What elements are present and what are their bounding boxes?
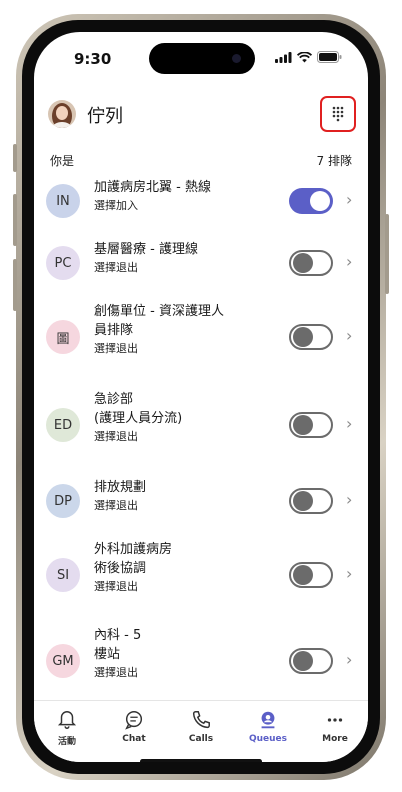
avatar-image <box>48 100 76 128</box>
app-screen: 9:30 佇列 你是 7 排隊 IN 加護病房北翼 - 熱線 選擇加入 › PC… <box>34 32 368 762</box>
queue-status: 選擇退出 <box>94 342 138 355</box>
queue-avatar: 圖 <box>46 320 80 354</box>
toggle-knob <box>293 491 313 511</box>
phone-icon <box>192 711 210 729</box>
chevron-right-icon[interactable]: › <box>346 650 352 669</box>
battery-icon <box>317 51 342 63</box>
status-time: 9:30 <box>74 50 112 68</box>
status-icons <box>275 51 342 63</box>
queue-toggle[interactable] <box>289 324 333 350</box>
action-button <box>13 144 17 172</box>
chevron-right-icon[interactable]: › <box>346 326 352 345</box>
phone-frame: 9:30 佇列 你是 7 排隊 IN 加護病房北翼 - 熱線 選擇加入 › PC… <box>13 14 389 780</box>
queue-status: 選擇退出 <box>94 666 138 679</box>
toggle-knob <box>293 565 313 585</box>
queue-toggle[interactable] <box>289 648 333 674</box>
queue-status: 選擇退出 <box>94 261 138 274</box>
queue-avatar: GM <box>46 644 80 678</box>
toggle-knob <box>293 651 313 671</box>
queue-status: 選擇退出 <box>94 580 138 593</box>
queue-avatar: DP <box>46 484 80 518</box>
toggle-knob <box>293 415 313 435</box>
signal-icon <box>275 51 292 63</box>
tab-label: Calls <box>188 734 214 744</box>
queue-toggle[interactable] <box>289 250 333 276</box>
status-bar: 9:30 <box>34 32 368 82</box>
wifi-icon <box>297 51 312 62</box>
home-indicator <box>140 759 262 762</box>
queue-status: 選擇退出 <box>94 499 138 512</box>
toggle-knob <box>293 327 313 347</box>
queue-name-line: 創傷單位 - 資深護理人 <box>94 304 224 319</box>
queue-status: 選擇退出 <box>94 430 138 443</box>
chevron-right-icon[interactable]: › <box>346 564 352 583</box>
queue-avatar: IN <box>46 184 80 218</box>
queue-avatar: PC <box>46 246 80 280</box>
volume-down-button <box>13 259 17 311</box>
power-button <box>385 214 389 294</box>
queue-toggle[interactable] <box>289 412 333 438</box>
bottom-tab-bar: 活動 Chat Calls Queues More <box>34 700 368 762</box>
queue-count: 7 排隊 <box>316 154 352 168</box>
tab-label: More <box>322 734 348 744</box>
chevron-right-icon[interactable]: › <box>346 190 352 209</box>
bell-icon <box>57 711 77 729</box>
queue-name-line: 術後協調 <box>94 561 147 576</box>
avatar[interactable] <box>48 100 76 128</box>
page-title: 佇列 <box>87 106 123 127</box>
queue-avatar: ED <box>46 408 80 442</box>
chat-icon <box>125 711 143 730</box>
queues-icon <box>261 711 275 729</box>
more-icon <box>327 718 343 722</box>
queue-status: 選擇加入 <box>94 199 138 212</box>
camera-dot <box>232 54 241 63</box>
tab-chat[interactable]: Chat <box>104 709 164 744</box>
dialpad-icon <box>332 106 344 122</box>
queue-name-line: 排放規劃 <box>94 480 147 495</box>
chevron-right-icon[interactable]: › <box>346 490 352 509</box>
tab-queues[interactable]: Queues <box>238 709 298 744</box>
tab-label: Queues <box>248 734 288 744</box>
tab-活動[interactable]: 活動 <box>37 709 97 747</box>
queue-name-line: 員排隊 <box>94 323 134 338</box>
queue-name-line: 加護病房北翼 - 熱線 <box>94 180 211 195</box>
toggle-knob <box>310 191 330 211</box>
queue-toggle[interactable] <box>289 562 333 588</box>
tab-label: Chat <box>122 734 146 744</box>
queue-name-line: 外科加護病房 <box>94 542 173 557</box>
volume-up-button <box>13 194 17 246</box>
queue-name-line: 基層醫療 - 護理線 <box>94 242 198 257</box>
you-are-label: 你是 <box>50 154 75 168</box>
queue-toggle[interactable] <box>289 188 333 214</box>
tab-label: 活動 <box>57 737 76 747</box>
queue-name-line: 急診部 <box>94 392 134 407</box>
queue-name-line: 內科 - 5 <box>94 628 142 643</box>
dynamic-island <box>149 43 255 74</box>
tab-more[interactable]: More <box>305 709 365 744</box>
toggle-knob <box>293 253 313 273</box>
queue-name-line: (護理人員分流) <box>94 411 183 426</box>
chevron-right-icon[interactable]: › <box>346 414 352 433</box>
dialpad-button[interactable] <box>320 96 356 132</box>
tab-calls[interactable]: Calls <box>171 709 231 744</box>
queue-summary: 你是 7 排隊 <box>34 150 368 170</box>
chevron-right-icon[interactable]: › <box>346 252 352 271</box>
queue-name-line: 樓站 <box>94 647 121 662</box>
queue-toggle[interactable] <box>289 488 333 514</box>
queue-avatar: SI <box>46 558 80 592</box>
page-header: 佇列 <box>34 96 368 140</box>
